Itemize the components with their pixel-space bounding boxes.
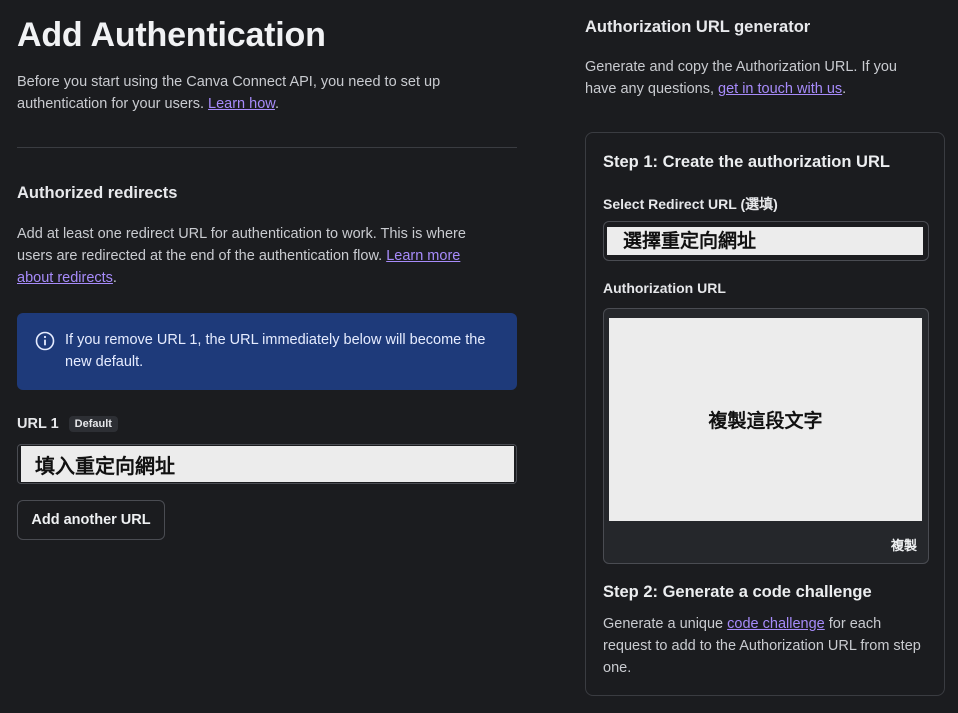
notice-text: If you remove URL 1, the URL immediately… [65,332,486,370]
step1-title: Step 1: Create the authorization URL [603,153,890,171]
get-in-touch-link[interactable]: get in touch with us [718,81,842,97]
generator-card: Step 1: Create the authorization URL Sel… [585,132,945,696]
select-redirect-label: Select Redirect URL (選填) [603,196,778,212]
default-badge: Default [68,416,118,432]
add-another-url-button[interactable]: Add another URL [17,500,165,540]
url1-field [17,444,517,484]
info-icon [35,331,55,351]
generator-title: Authorization URL generator [585,18,811,36]
select-redirect-dropdown[interactable]: 選擇重定向網址 [603,221,929,261]
intro-text: Before you start using the Canva Connect… [17,74,441,112]
step2-description: Generate a unique code challenge for eac… [603,616,921,676]
page-title: Add Authentication [17,16,326,54]
code-challenge-link[interactable]: code challenge [727,616,825,632]
url1-input[interactable] [21,446,514,482]
generator-description: Generate and copy the Authorization URL.… [585,59,897,97]
select-redirect-value: 選擇重定向網址 [607,227,923,255]
authorized-redirects-description: Add at least one redirect URL for authen… [17,226,466,286]
step2-title: Step 2: Generate a code challenge [603,583,872,601]
authorized-redirects-title: Authorized redirects [17,184,178,202]
authorization-url-text[interactable]: 複製這段文字 [609,318,922,521]
section-divider [17,147,517,148]
copy-button[interactable]: 複製 [891,535,917,554]
url1-label-row: URL 1 Default [17,416,118,432]
learn-how-link[interactable]: Learn how [208,96,275,112]
url1-label: URL 1 [17,416,59,432]
authorization-url-label: Authorization URL [603,280,726,296]
authorization-url-box: 複製這段文字 複製 [603,308,929,564]
default-url-notice: If you remove URL 1, the URL immediately… [17,313,517,390]
